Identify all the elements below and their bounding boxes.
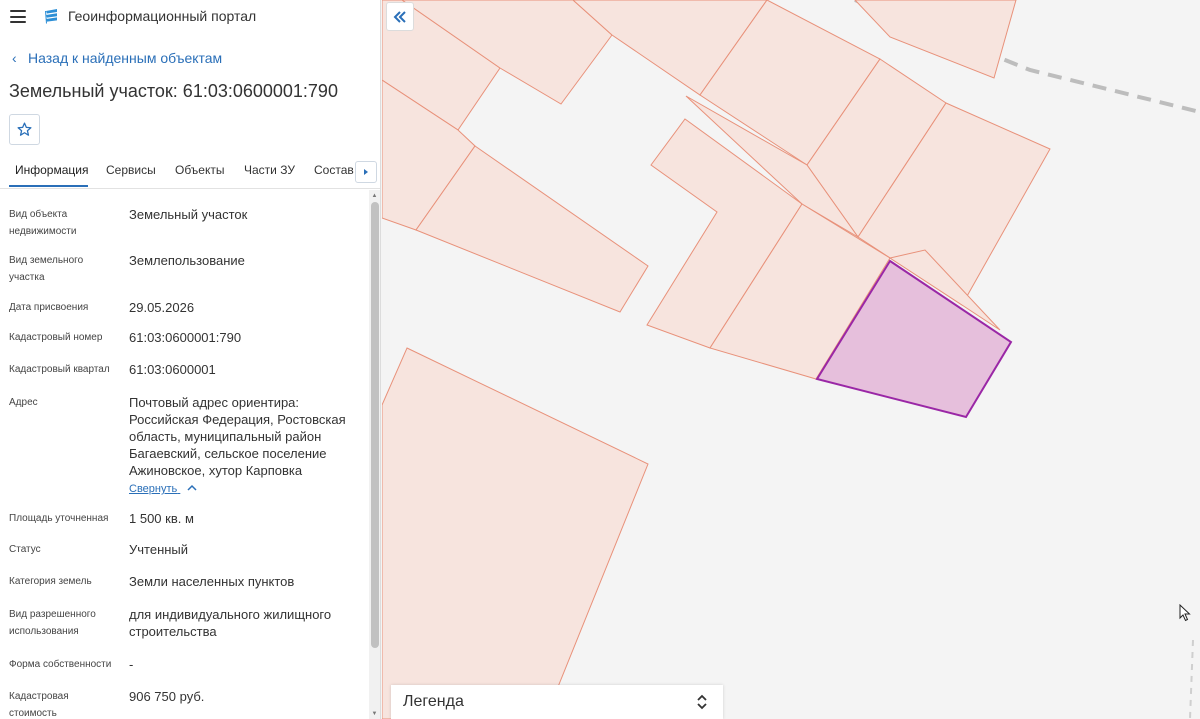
detail-value: Землепользование — [129, 253, 245, 268]
collapse-label: Свернуть — [129, 483, 178, 495]
legend-toggle[interactable]: Легенда — [391, 685, 723, 719]
collapse-address-link[interactable]: Свернуть — [129, 483, 198, 495]
tab-parcel-parts[interactable]: Части ЗУ — [244, 163, 295, 177]
top-bar: Геоинформационный портал — [0, 0, 380, 34]
detail-value: 1 500 кв. м — [129, 511, 194, 526]
detail-label: Статус — [9, 544, 41, 555]
detail-label: Форма собственности — [9, 659, 112, 670]
tab-services[interactable]: Сервисы — [106, 163, 156, 177]
detail-label: Вид земельного участка — [9, 255, 84, 283]
detail-label: Адрес — [9, 397, 38, 408]
portal-logo-icon — [45, 9, 57, 24]
detail-value: Земли населенных пунктов — [129, 574, 295, 589]
address-value: Почтовый адрес ориентира: Российская Фед… — [129, 395, 346, 478]
detail-value: для индивидуального жилищного строительс… — [129, 607, 332, 639]
star-outline-icon — [17, 122, 32, 136]
map-canvas[interactable] — [382, 0, 1200, 719]
detail-value: Земельный участок — [129, 207, 248, 222]
info-panel: Геоинформационный портал ‹ Назад к найден… — [0, 0, 381, 719]
hamburger-icon[interactable] — [10, 10, 26, 23]
back-link-label: Назад к найденным объектам — [28, 50, 223, 66]
detail-value: 61:03:0600001:790 — [129, 330, 242, 345]
detail-label: Категория земель — [9, 576, 92, 587]
parcel[interactable] — [382, 347, 649, 719]
detail-label: Кадастровый квартал — [9, 364, 110, 375]
tab-bar: Информация Сервисы Объекты Части ЗУ Сост… — [0, 155, 380, 189]
detail-label: Вид разрешенного использования — [9, 609, 96, 637]
detail-label: Вид объекта недвижимости — [9, 209, 77, 237]
favorite-button[interactable] — [9, 114, 40, 145]
tabs-next-button[interactable] — [355, 161, 377, 183]
detail-value: 906 750 руб. — [129, 689, 205, 704]
detail-value: - — [129, 657, 134, 672]
detail-label: Дата присвоения — [9, 302, 89, 313]
scroll-down-arrow-icon[interactable]: ▼ — [369, 709, 380, 719]
chevron-up-down-icon — [697, 694, 707, 710]
boundary-line — [1189, 639, 1194, 719]
detail-value: 61:03:0600001 — [129, 362, 216, 377]
legend-label: Легенда — [403, 693, 464, 710]
scroll-up-arrow-icon[interactable]: ▲ — [369, 191, 380, 201]
app-title: Геоинформационный портал — [68, 8, 257, 24]
tab-objects[interactable]: Объекты — [175, 163, 225, 177]
mouse-cursor-icon — [1179, 604, 1191, 622]
active-tab-indicator — [9, 185, 88, 187]
collapse-panel-button[interactable] — [386, 2, 414, 31]
back-to-results-link[interactable]: ‹ Назад к найденным объектам — [12, 50, 222, 66]
detail-value: 29.05.2026 — [129, 300, 195, 315]
chevron-up-icon — [187, 484, 197, 491]
scrollbar-thumb[interactable] — [371, 202, 379, 648]
caret-right-icon — [364, 169, 368, 175]
double-chevron-left-icon — [393, 10, 406, 23]
details-list: Вид объекта недвижимости Земельный участ… — [0, 190, 368, 719]
detail-label: Кадастровая стоимость — [9, 691, 69, 719]
parcels-layer — [382, 0, 1051, 719]
map-view[interactable] — [382, 0, 1200, 719]
detail-value: Учтенный — [129, 542, 189, 557]
chevron-left-icon: ‹ — [12, 50, 17, 66]
page-title: Земельный участок: 61:03:0600001:790 — [9, 81, 338, 101]
tab-composition[interactable]: Состав — [314, 163, 354, 177]
detail-label: Площадь уточненная — [9, 513, 109, 524]
tab-information[interactable]: Информация — [15, 163, 88, 177]
detail-label: Кадастровый номер — [9, 332, 103, 343]
